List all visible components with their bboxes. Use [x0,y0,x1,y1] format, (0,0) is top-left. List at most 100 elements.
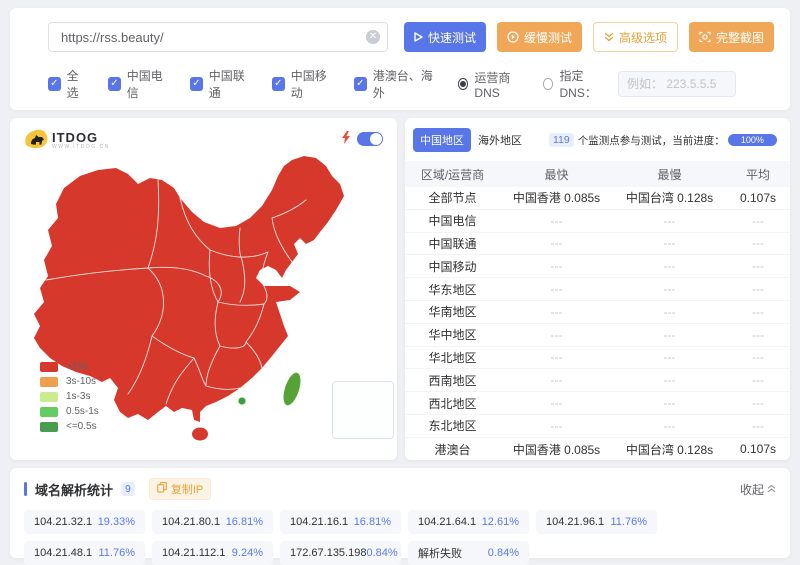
ip-percentage: 16.81% [226,516,263,528]
quick-test-button[interactable]: 快速测试 [404,22,486,52]
checkbox-checked-icon[interactable]: ✓ [108,77,121,91]
cell-region: 中国移动 [405,258,500,275]
legend-swatch [40,407,58,417]
ip-address: 104.21.32.1 [34,516,92,528]
progress-label: 个监测点参与测试，当前进度： [578,133,725,148]
checkbox-checked-icon[interactable]: ✓ [190,77,203,91]
cell-average: --- [726,305,790,319]
advanced-options-button[interactable]: 高级选项 [593,22,678,52]
map-mode-toggle[interactable] [357,132,383,146]
ip-stat-item[interactable]: 104.21.16.1 16.81% [280,510,401,534]
checkbox-checked-icon[interactable]: ✓ [272,77,285,91]
legend-label: <=0.5s [66,421,97,432]
results-table-header: 区域/运营商 最快 最慢 平均 [405,161,790,187]
table-row: 华北地区 --- --- --- [405,347,790,370]
cell-slowest: --- [613,373,726,387]
ip-stat-item[interactable]: 172.67.135.198 0.84% [280,541,401,565]
dns-stats-title: 域名解析统计 [35,480,113,499]
legend-item: 1s-3s [40,389,99,404]
chevron-double-up-icon [767,482,776,496]
url-input[interactable] [48,22,388,52]
ip-stats-list: 104.21.32.1 19.33% 104.21.80.1 16.81% 10… [24,510,776,565]
cell-fastest: --- [500,328,613,342]
legend-item: 0.5s-1s [40,404,99,419]
carrier-checkbox[interactable]: ✓ 全选 [48,67,88,101]
checkbox-label: 全选 [67,67,89,101]
lightning-icon [341,131,351,147]
table-row: 华东地区 --- --- --- [405,278,790,301]
ip-stat-item[interactable]: 104.21.80.1 16.81% [152,510,273,534]
hainan-island [192,428,208,441]
cell-region: 全部节点 [405,189,500,206]
cell-slowest: 中国台湾 0.128s [613,441,726,458]
slow-test-button[interactable]: 缓慢测试 [497,22,582,52]
checkbox-checked-icon[interactable]: ✓ [354,77,367,91]
cell-fastest: --- [500,259,613,273]
collapse-button[interactable]: 收起 [740,481,776,498]
cell-slowest: --- [613,396,726,410]
cell-region: 西北地区 [405,395,500,412]
legend-item: <=0.5s [40,419,99,434]
cell-fastest: 中国香港 0.085s [500,441,613,458]
carrier-checkbox[interactable]: ✓ 港澳台、海外 [354,67,438,101]
checkbox-label: 港澳台、海外 [373,67,438,101]
legend-swatch [40,362,58,372]
advanced-options-label: 高级选项 [619,29,667,46]
ip-percentage: 12.61% [482,516,519,528]
china-map-card: ITDOG WWW.ITDOG.CN >10s 3s-10s 1s-3s [10,118,397,460]
table-row: 华南地区 --- --- --- [405,301,790,324]
screenshot-icon [699,31,711,43]
clear-input-icon[interactable]: ✕ [366,30,380,44]
carrier-checkbox[interactable]: ✓ 中国电信 [108,67,170,101]
dns-option-group: 运营商DNS 指定DNS： [458,67,736,101]
carrier-checkbox[interactable]: ✓ 中国移动 [272,67,334,101]
legend-swatch [40,422,58,432]
ip-percentage: 16.81% [354,516,391,528]
cell-average: 0.107s [726,191,790,205]
ip-stat-item[interactable]: 解析失败 0.84% [408,541,529,565]
ip-stat-item[interactable]: 104.21.112.1 9.24% [152,541,273,565]
col-region: 区域/运营商 [405,166,500,183]
custom-dns-radio[interactable] [543,78,554,90]
action-buttons: 快速测试 缓慢测试 高级选项 完整截图 [404,22,774,52]
full-screenshot-button[interactable]: 完整截图 [689,22,774,52]
ip-stat-item[interactable]: 104.21.96.1 11.76% [536,510,657,534]
checkbox-checked-icon[interactable]: ✓ [48,77,61,91]
cell-region: 华南地区 [405,303,500,320]
cell-fastest: --- [500,282,613,296]
ip-stat-item[interactable]: 104.21.48.1 11.76% [24,541,145,565]
ip-percentage: 0.84% [488,547,519,559]
table-row: 东北地区 --- --- --- [405,415,790,438]
table-row: 西南地区 --- --- --- [405,369,790,392]
custom-dns-label: 指定DNS： [559,67,612,101]
carrier-checkbox[interactable]: ✓ 中国联通 [190,67,252,101]
custom-dns-input[interactable] [618,71,736,97]
tab-china-region[interactable]: 中国地区 [413,128,471,152]
cell-fastest: --- [500,214,613,228]
legend-label: 1s-3s [66,391,90,402]
table-row: 港澳台 中国香港 0.085s 中国台湾 0.128s 0.107s [405,438,790,461]
tab-overseas-region[interactable]: 海外地区 [471,128,529,152]
cell-fastest: --- [500,396,613,410]
legend-item: >10s [40,359,99,374]
taiwan-island [280,371,304,408]
chevron-double-down-icon [604,32,614,42]
table-row: 全部节点 中国香港 0.085s 中国台湾 0.128s 0.107s [405,187,790,210]
cell-slowest: 中国台湾 0.128s [613,189,726,206]
carrier-checkbox-group: ✓ 全选 ✓ 中国电信 ✓ 中国联通 ✓ 中国移动 ✓ 港澳台、海外 [48,67,458,101]
legend-label: 3s-10s [66,376,96,387]
ip-stat-item[interactable]: 104.21.32.1 19.33% [24,510,145,534]
url-input-wrap: ✕ [48,22,388,52]
ip-percentage: 9.24% [232,547,263,559]
copy-ip-button[interactable]: 复制IP [149,478,211,500]
ip-stat-item[interactable]: 104.21.64.1 12.61% [408,510,529,534]
ip-address: 104.21.80.1 [162,516,220,528]
cell-fastest: --- [500,373,613,387]
carrier-dns-radio[interactable] [458,78,469,90]
carrier-dns-label: 运营商DNS [474,69,527,100]
cell-region: 东北地区 [405,417,500,434]
quick-test-label: 快速测试 [428,29,476,46]
logo-subtext: WWW.ITDOG.CN [52,144,110,151]
legend-label: 0.5s-1s [66,406,99,417]
itdog-dog-icon [24,128,48,153]
